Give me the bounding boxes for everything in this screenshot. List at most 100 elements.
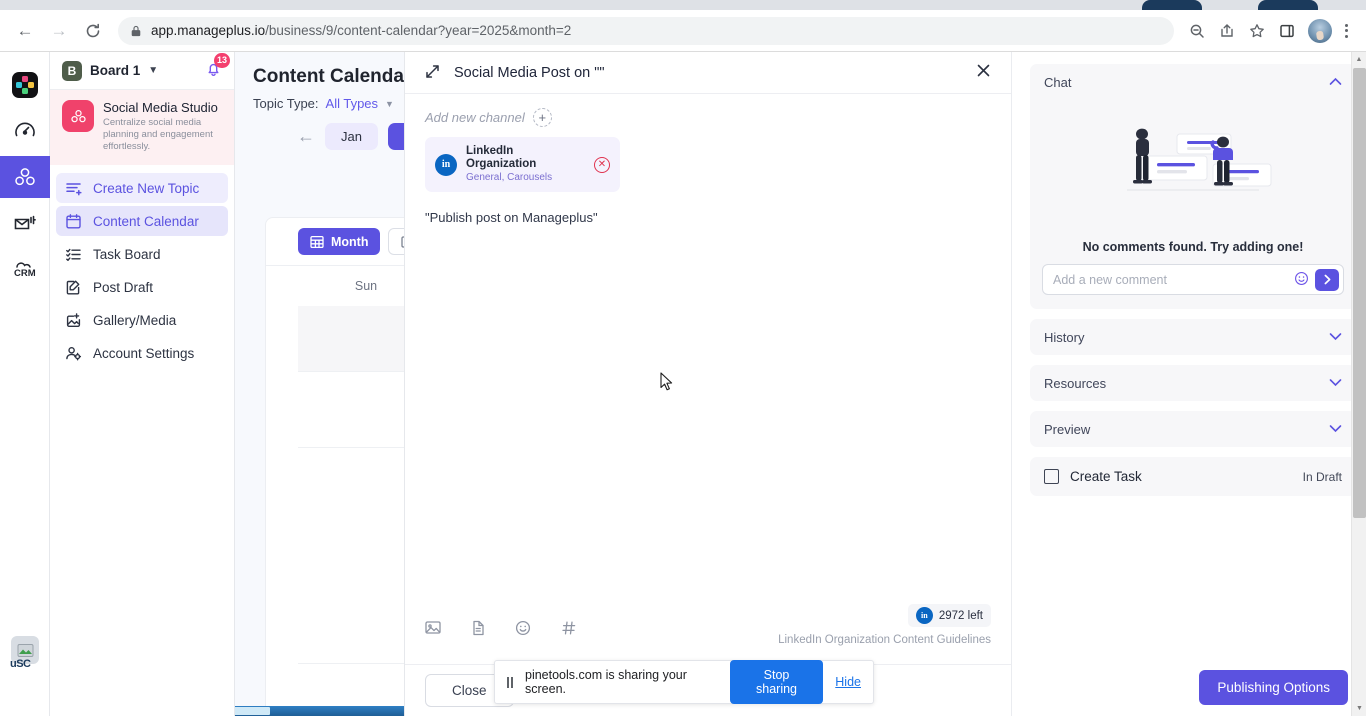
draft-edit-icon: [64, 278, 82, 296]
sidebar-item-gallery-media[interactable]: Gallery/Media: [56, 305, 228, 335]
history-section-label: History: [1044, 329, 1085, 345]
scroll-down-arrow-icon[interactable]: ▼: [1352, 701, 1366, 716]
page-scrollbar[interactable]: ▲ ▼: [1351, 52, 1366, 716]
app-logo[interactable]: [0, 64, 50, 106]
status-badge: In Draft: [1302, 469, 1342, 484]
chevron-down-icon[interactable]: [1329, 330, 1342, 344]
stop-sharing-button[interactable]: Stop sharing: [729, 660, 824, 704]
rail-item-crm[interactable]: CRM: [0, 248, 50, 290]
notification-count-badge: 13: [213, 52, 230, 68]
star-icon[interactable]: [1244, 18, 1270, 44]
circles-trio-icon: [14, 168, 35, 186]
topic-type-value: All Types: [325, 96, 379, 111]
reload-icon[interactable]: [78, 16, 108, 46]
chat-section-header[interactable]: Chat: [1030, 64, 1356, 100]
pause-icon[interactable]: [507, 676, 513, 688]
post-editor-body[interactable]: "Publish post on Manageplus": [405, 192, 1011, 604]
plus-circle-icon[interactable]: +: [532, 108, 552, 127]
chat-body: No comments found. Try adding one!: [1030, 100, 1356, 309]
resources-section-header[interactable]: Resources: [1030, 365, 1356, 401]
post-editor-text: "Publish post on Manageplus": [425, 210, 598, 225]
browser-toolbar: ← → app.manageplus.io/business/9/content…: [0, 10, 1366, 52]
channels-section: Add new channel + in LinkedIn Organizati…: [405, 94, 1011, 192]
arrow-left-icon[interactable]: ←: [297, 126, 315, 147]
sidebar-item-post-draft[interactable]: Post Draft: [56, 272, 228, 302]
chevron-down-icon[interactable]: [1329, 376, 1342, 390]
browser-tab[interactable]: [1142, 0, 1202, 10]
rail-item-dashboard[interactable]: [0, 110, 50, 152]
view-button-label: Month: [331, 234, 369, 249]
comment-input-wrapper[interactable]: [1042, 264, 1344, 295]
insert-hashtag-icon[interactable]: [561, 620, 577, 640]
task-list-icon: [64, 245, 82, 263]
preview-section-header[interactable]: Preview: [1030, 411, 1356, 447]
send-arrow-icon[interactable]: [1315, 268, 1339, 291]
back-arrow-icon[interactable]: ←: [10, 16, 40, 46]
url-path: /business/9/content-calendar?year=2025&m…: [265, 23, 572, 38]
browser-tab-strip: [0, 0, 1366, 10]
post-editor-pane: Social Media Post on "" Add new channel …: [405, 52, 1011, 716]
user-settings-icon: [64, 344, 82, 362]
share-icon[interactable]: [1214, 18, 1240, 44]
chevron-down-icon[interactable]: [1329, 422, 1342, 436]
comment-input[interactable]: [1053, 272, 1288, 287]
app-window: CRM uSC B Board 1 ▼ 13 Social Media Stud…: [0, 52, 1366, 716]
zoom-out-icon[interactable]: [1184, 18, 1210, 44]
view-button-month[interactable]: Month: [298, 228, 381, 255]
expand-diagonal-icon[interactable]: [425, 64, 440, 82]
add-list-icon: [64, 179, 82, 197]
topic-type-label: Topic Type:: [253, 96, 319, 111]
insert-emoji-icon[interactable]: [515, 620, 531, 640]
sidebar-item-label: Gallery/Media: [93, 312, 177, 328]
modal-title: Social Media Post on "": [454, 64, 605, 81]
character-counter: in 2972 left: [907, 604, 991, 627]
caret-down-icon: ▼: [385, 98, 394, 109]
publishing-options-button[interactable]: Publishing Options: [1199, 670, 1348, 705]
remove-circle-icon[interactable]: ✕: [594, 156, 610, 173]
sidebar-item-label: Create New Topic: [93, 180, 200, 196]
studio-subtitle: Centralize social media planning and eng…: [103, 117, 213, 152]
mouse-cursor: [660, 372, 674, 392]
month-tab-jan[interactable]: Jan: [325, 123, 378, 150]
url-text: app.manageplus.io/business/9/content-cal…: [151, 23, 571, 38]
side-panel-icon[interactable]: [1274, 18, 1300, 44]
sidebar-item-label: Content Calendar: [93, 213, 199, 229]
insert-document-icon[interactable]: [471, 620, 485, 640]
insert-image-icon[interactable]: [425, 620, 441, 640]
editor-toolbar: in 2972 left LinkedIn Organization Conte…: [405, 604, 1011, 664]
editor-tool-icons: [425, 620, 577, 646]
sidebar-item-content-calendar[interactable]: Content Calendar: [56, 206, 228, 236]
add-new-channel[interactable]: Add new channel +: [425, 108, 991, 127]
kebab-menu-icon[interactable]: [1336, 23, 1356, 38]
rail-item-campaigns[interactable]: [0, 202, 50, 244]
add-channel-label: Add new channel: [425, 110, 525, 125]
chat-empty-message: No comments found. Try adding one!: [1082, 240, 1304, 254]
address-bar[interactable]: app.manageplus.io/business/9/content-cal…: [118, 16, 1174, 45]
emoji-smiley-icon[interactable]: [1294, 271, 1309, 289]
board-name: Board 1: [90, 63, 141, 78]
sidebar-item-task-board[interactable]: Task Board: [56, 239, 228, 269]
sidebar-item-create-new-topic[interactable]: Create New Topic: [56, 173, 228, 203]
channel-chip-linkedin[interactable]: in LinkedIn Organization General, Carous…: [425, 137, 620, 192]
forward-arrow-icon[interactable]: →: [44, 16, 74, 46]
scrollbar-thumb[interactable]: [1353, 68, 1366, 518]
chevron-up-icon[interactable]: [1329, 75, 1342, 89]
unchecked-checkbox[interactable]: [1044, 469, 1059, 484]
content-guidelines-link[interactable]: LinkedIn Organization Content Guidelines: [778, 634, 991, 646]
history-section-header[interactable]: History: [1030, 319, 1356, 355]
create-task-row[interactable]: Create Task In Draft: [1030, 457, 1356, 496]
board-selector[interactable]: B Board 1 ▼ 13: [50, 52, 234, 90]
browser-tab[interactable]: [1258, 0, 1318, 10]
close-x-icon[interactable]: [976, 63, 991, 83]
hide-link[interactable]: Hide: [835, 675, 861, 689]
rail-item-social-media-studio[interactable]: [0, 156, 50, 198]
crm-cloud-icon: CRM: [14, 262, 36, 279]
sidebar-item-account-settings[interactable]: Account Settings: [56, 338, 228, 368]
sidebar-item-label: Post Draft: [93, 279, 154, 295]
profile-avatar[interactable]: [1308, 18, 1332, 43]
svg-text:CRM: CRM: [14, 268, 36, 279]
notifications-button[interactable]: 13: [205, 52, 230, 82]
scroll-up-arrow-icon[interactable]: ▲: [1352, 52, 1366, 67]
history-section: History: [1030, 319, 1356, 355]
screen-share-notification: pinetools.com is sharing your screen. St…: [494, 660, 874, 704]
